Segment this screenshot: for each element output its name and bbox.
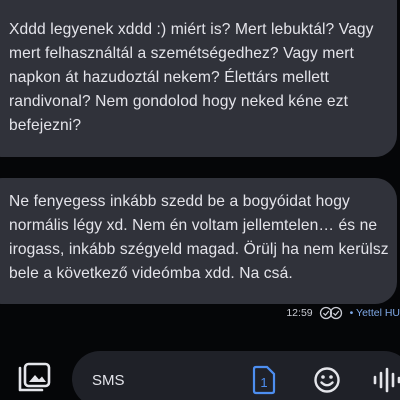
gallery-attach-icon[interactable] [16,362,52,394]
emoji-icon[interactable] [312,365,342,395]
carrier-name: Yettel HU [356,307,400,319]
sim-card-icon[interactable]: 1 [252,365,276,395]
message-bubble-received[interactable]: Xddd legyenek xddd :) miért is? Mert leb… [0,0,397,157]
message-text: Xddd legyenek xddd :) miért is? Mert leb… [9,21,374,134]
message-text: Ne fenyegess inkább szedd be a bogyóidat… [9,193,389,282]
messages-screen: Xddd legyenek xddd :) miért is? Mert leb… [0,0,400,400]
message-input-pill: 1 [72,351,400,400]
sim-number: 1 [260,375,267,390]
sms-input[interactable] [92,369,242,391]
message-status: 12:59 • Yettel HU [286,304,400,322]
message-time: 12:59 [286,307,313,319]
read-receipt-icon [319,306,345,320]
voice-wave-icon[interactable] [372,367,400,393]
carrier-label: • Yettel HU [350,307,400,319]
message-bubble-sent[interactable]: Ne fenyegess inkább szedd be a bogyóidat… [0,178,397,304]
message-composer: 1 [0,340,400,400]
